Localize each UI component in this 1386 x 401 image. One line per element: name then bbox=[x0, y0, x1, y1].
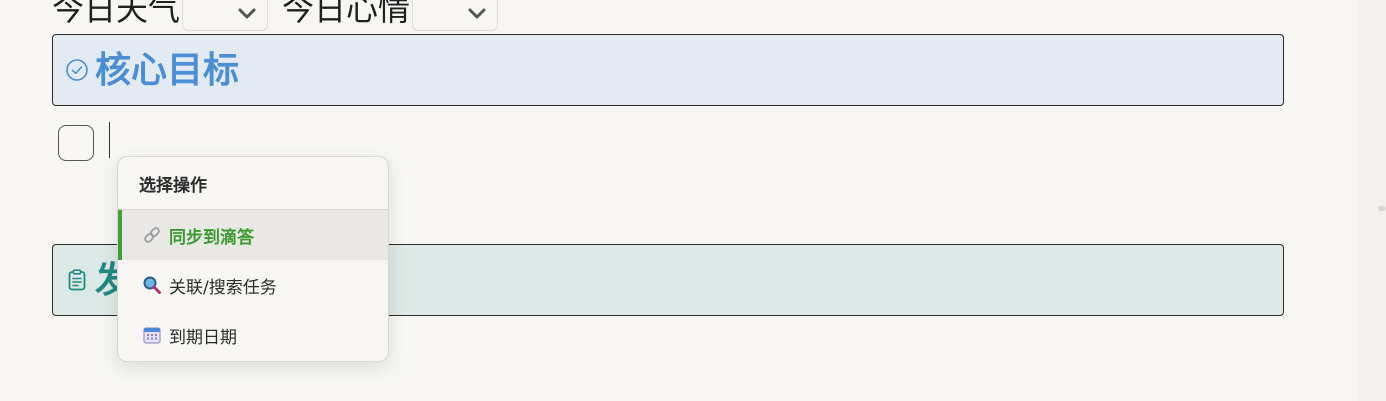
property-row: 今日天气 今日心情 bbox=[52, 0, 512, 32]
mood-select[interactable] bbox=[412, 0, 499, 31]
action-menu: 选择操作 同步到滴答 关联/搜索任务 到期日期 bbox=[117, 156, 389, 362]
goal-callout[interactable]: 核心目标 bbox=[52, 34, 1284, 106]
menu-header: 选择操作 bbox=[118, 157, 388, 210]
menu-item-label: 关联/搜索任务 bbox=[169, 277, 277, 298]
editor-page: 今日天气 今日心情 核心目标 发 选择操作 同步到滴答 关联/搜索任务 到期日期 bbox=[0, 0, 1386, 401]
todo-checkbox[interactable] bbox=[58, 125, 94, 161]
menu-item-link-search-task[interactable]: 关联/搜索任务 bbox=[118, 260, 388, 310]
menu-item-label: 同步到滴答 bbox=[169, 227, 254, 248]
mood-label: 今日心情 bbox=[282, 0, 411, 28]
chevron-down-icon bbox=[238, 8, 256, 19]
menu-item-sync-ticktick[interactable]: 同步到滴答 bbox=[118, 210, 388, 260]
calendar-icon bbox=[143, 327, 161, 344]
menu-item-label: 到期日期 bbox=[169, 327, 237, 348]
weather-select[interactable] bbox=[182, 0, 269, 31]
magnifier-icon bbox=[143, 276, 161, 294]
link-icon bbox=[144, 227, 160, 243]
menu-item-due-date[interactable]: 到期日期 bbox=[118, 310, 388, 360]
check-circle-icon bbox=[66, 59, 88, 81]
scrollbar-thumb[interactable] bbox=[1378, 206, 1386, 211]
chevron-down-icon bbox=[468, 8, 486, 19]
scrollbar-track[interactable] bbox=[1358, 0, 1386, 401]
weather-label: 今日天气 bbox=[52, 0, 181, 28]
clipboard-icon bbox=[68, 269, 86, 291]
goal-title: 核心目标 bbox=[95, 49, 240, 91]
text-caret bbox=[109, 122, 110, 158]
